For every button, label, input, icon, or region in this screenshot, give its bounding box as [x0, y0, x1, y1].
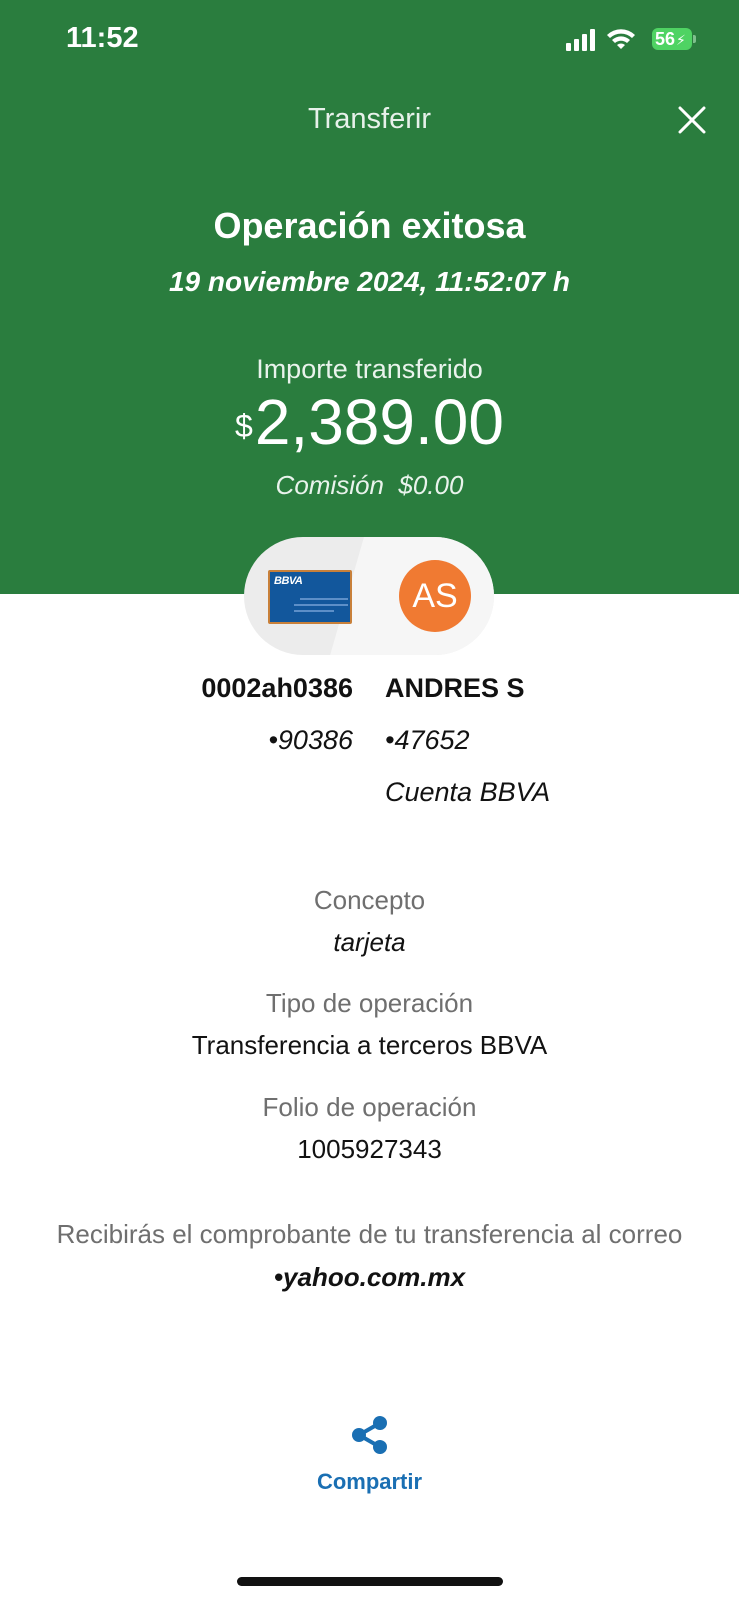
operation-type-value: Transferencia a terceros BBVA [191, 1030, 548, 1060]
share-icon [352, 1416, 387, 1454]
card-stripe [294, 610, 334, 612]
share-label[interactable]: Compartir [0, 1469, 739, 1495]
concept-value: tarjeta [333, 927, 406, 957]
bbva-card-icon: BBVA [268, 570, 352, 624]
share-button[interactable] [351, 1416, 389, 1454]
commission: Comisión $0.00 [0, 470, 739, 501]
concept-label: Concepto [313, 885, 426, 915]
page-title: Transferir [308, 103, 431, 135]
source-account-number: •90386 [268, 725, 353, 755]
amount-label: Importe transferido [256, 354, 483, 384]
close-icon [678, 106, 706, 134]
home-indicator[interactable] [237, 1577, 503, 1586]
success-title: Operación exitosa [213, 205, 526, 246]
destination-bank: Cuenta BBVA [385, 777, 551, 807]
amount-value: 2,389.00 [254, 386, 504, 458]
battery-icon: 56⚡ [652, 28, 692, 50]
card-logo: BBVA [274, 575, 303, 587]
transfer-parties-pill: BBVA AS [244, 537, 494, 655]
battery-level: 56 [655, 29, 676, 49]
receipt-message: Recibirás el comprobante de tu transfere… [56, 1219, 683, 1249]
wifi-icon [607, 29, 635, 49]
destination-account-number: •47652 [385, 725, 470, 755]
battery-tip [693, 35, 696, 43]
currency-symbol: $ [235, 408, 253, 444]
folio-label: Folio de operación [262, 1092, 477, 1122]
operation-datetime: 19 noviembre 2024, 11:52:07 h [168, 266, 571, 297]
card-stripe [300, 598, 348, 600]
card-stripe [294, 604, 348, 606]
signal-icon [566, 29, 595, 51]
receipt-email: •yahoo.com.mx [273, 1262, 466, 1292]
destination-account-name: ANDRES S [385, 673, 525, 703]
folio-value: 1005927343 [297, 1134, 442, 1164]
recipient-avatar: AS [399, 560, 471, 632]
transferred-amount: $2,389.00 [0, 384, 739, 460]
close-button[interactable] [676, 104, 708, 136]
charging-bolt-icon: ⚡ [676, 32, 686, 48]
commission-value: $0.00 [398, 470, 464, 500]
status-bar-time: 11:52 [66, 22, 139, 54]
operation-type-label: Tipo de operación [265, 988, 474, 1018]
commission-label: Comisión [275, 470, 384, 500]
source-account-name: 0002ah0386 [201, 673, 353, 703]
status-bar-icons: 56⚡ [566, 26, 706, 54]
